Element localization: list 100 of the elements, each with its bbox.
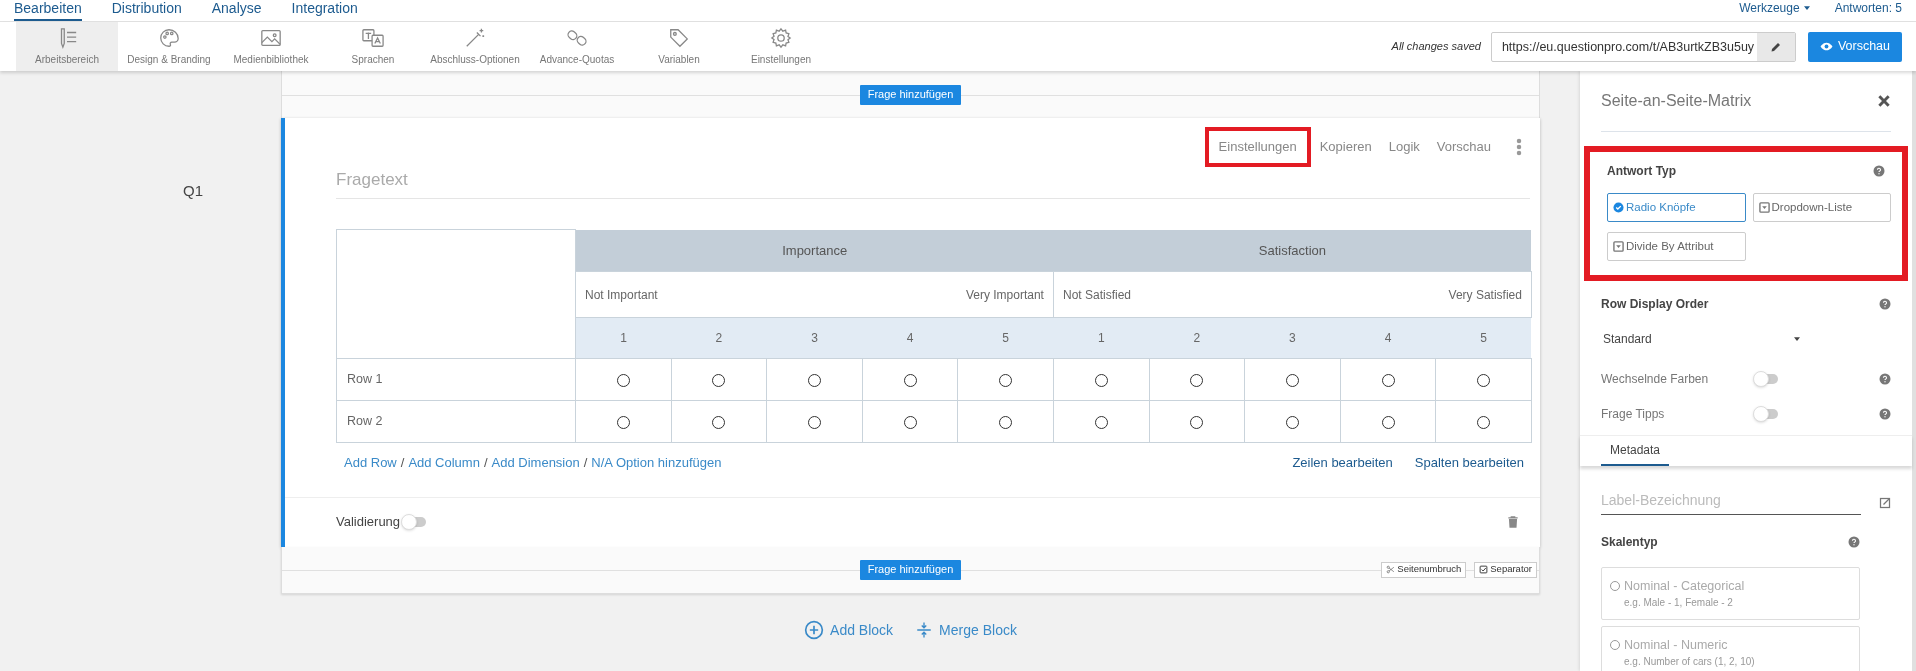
- close-icon[interactable]: [1877, 94, 1891, 108]
- page-break-button[interactable]: Seitenumbruch: [1381, 561, 1467, 578]
- radio-button[interactable]: [999, 415, 1013, 429]
- add-block-button[interactable]: Add Block: [804, 619, 894, 641]
- nav-tab[interactable]: Integration: [291, 0, 358, 21]
- nav-tab[interactable]: Analyse: [211, 0, 262, 21]
- scale-number: 5: [1435, 317, 1532, 359]
- question-action-link[interactable]: Vorschau: [1436, 131, 1491, 163]
- scale-number: 1: [575, 317, 672, 359]
- help-icon[interactable]: [1879, 373, 1891, 385]
- add-link[interactable]: N/A Option hinzufügen: [591, 453, 722, 473]
- trash-icon[interactable]: [1506, 514, 1520, 530]
- radio-button[interactable]: [1285, 415, 1299, 429]
- dimension-header: Importance: [575, 229, 1054, 272]
- separator-button[interactable]: Separator: [1474, 561, 1537, 578]
- radio-button[interactable]: [808, 415, 821, 429]
- toolbar-button[interactable]: Abschluss-Optionen: [424, 22, 526, 71]
- validation-label: Validierung: [336, 513, 401, 532]
- radio-button[interactable]: [1285, 373, 1299, 387]
- radio-button[interactable]: [712, 373, 726, 387]
- merge-block-button[interactable]: Merge Block: [915, 619, 1017, 641]
- add-link[interactable]: Add Row: [344, 453, 397, 473]
- radio-button[interactable]: [1190, 415, 1204, 429]
- help-icon[interactable]: [1873, 165, 1885, 177]
- toggle-switch[interactable]: [1756, 409, 1778, 419]
- caret-icon: [1802, 4, 1811, 12]
- toggle-switch[interactable]: [1756, 374, 1778, 384]
- translate-icon: [361, 26, 385, 49]
- survey-url-field[interactable]: https://eu.questionpro.com/t/AB3urtkZB3u5uy: [1490, 31, 1796, 62]
- question-action-link[interactable]: Logik: [1388, 131, 1420, 163]
- nav-tab[interactable]: Distribution: [111, 0, 182, 21]
- preview-button[interactable]: Vorschau: [1807, 31, 1902, 62]
- toolbar-button[interactable]: Arbeitsbereich: [16, 22, 118, 71]
- scissors-icon: [1386, 565, 1396, 574]
- merge-icon: [915, 620, 934, 640]
- toggle-switch[interactable]: [404, 517, 427, 527]
- radio-button[interactable]: [712, 415, 726, 429]
- help-icon[interactable]: [1848, 536, 1860, 548]
- caret-icon: [1793, 335, 1801, 343]
- radio-button[interactable]: [1094, 415, 1108, 429]
- add-question-button[interactable]: Frage hinzufügen: [859, 559, 962, 580]
- help-icon[interactable]: [1879, 408, 1891, 420]
- dropdown-box-icon: [1758, 202, 1770, 213]
- answer-type-option[interactable]: Radio Knöpfe: [1607, 193, 1746, 222]
- panel-tab[interactable]: Metadata: [1601, 436, 1670, 466]
- question-action-link[interactable]: Kopieren: [1319, 131, 1372, 163]
- radio-button[interactable]: [1190, 373, 1204, 387]
- radio-button[interactable]: [616, 373, 630, 387]
- toolbar-button[interactable]: Einstellungen: [730, 22, 832, 71]
- scale-number: 3: [1244, 317, 1341, 359]
- save-status: All changes saved: [1391, 39, 1481, 55]
- external-edit-icon[interactable]: [1879, 496, 1891, 509]
- question-number: Q1: [183, 182, 203, 199]
- help-icon[interactable]: [1879, 298, 1891, 310]
- scale-number: 4: [1340, 317, 1436, 359]
- radio-button[interactable]: [1381, 373, 1395, 387]
- scale-number: 5: [957, 317, 1054, 359]
- edit-link[interactable]: Zeilen bearbeiten: [1292, 453, 1393, 473]
- link-separator: /: [583, 454, 588, 472]
- tools-menu[interactable]: Werkzeuge: [1739, 0, 1811, 17]
- toolbar-button[interactable]: Medienbibliothek: [220, 22, 322, 71]
- radio-button[interactable]: [1094, 373, 1108, 387]
- section-label: Row Display Order: [1601, 296, 1709, 313]
- add-link[interactable]: Add Dimension: [491, 453, 580, 473]
- toolbar-button[interactable]: Sprachen: [322, 22, 424, 71]
- radio-button[interactable]: [1381, 415, 1395, 429]
- radio-button[interactable]: [808, 373, 821, 387]
- scale-type-option[interactable]: Nominal - Numeric e.g. Number of cars (1, 2, 10): [1601, 626, 1860, 671]
- responses-link[interactable]: Antworten: 5: [1834, 0, 1902, 17]
- radio-button[interactable]: [616, 415, 630, 429]
- add-question-button[interactable]: Frage hinzufügen: [859, 84, 962, 105]
- radio-button[interactable]: [999, 373, 1013, 387]
- settings-icon: [769, 26, 793, 49]
- dimension-header: Satisfaction: [1053, 229, 1532, 272]
- scale-type-option[interactable]: Nominal - Categorical e.g. Male - 1, Female - 2: [1601, 567, 1860, 620]
- scale-label: Not Important: [585, 286, 658, 304]
- pencil-icon[interactable]: [1769, 40, 1782, 53]
- row-label: Row 1: [336, 358, 576, 401]
- row-label: Row 2: [336, 400, 576, 443]
- answer-type-option[interactable]: Dropdown-Liste: [1752, 193, 1891, 222]
- radio-button[interactable]: [1477, 373, 1491, 387]
- toolbar-button[interactable]: Advance-Quotas: [526, 22, 628, 71]
- toolbar-button[interactable]: Variablen: [628, 22, 730, 71]
- edit-link[interactable]: Spalten bearbeiten: [1414, 453, 1524, 473]
- section-label: Antwort Typ: [1607, 163, 1677, 180]
- dropdown-box-icon: [1613, 241, 1624, 252]
- answer-type-option[interactable]: Divide By Attribut: [1607, 232, 1746, 261]
- scale-number: 1: [1053, 317, 1150, 359]
- toolbar-button[interactable]: Design & Branding: [118, 22, 220, 71]
- radio-button[interactable]: [1477, 415, 1491, 429]
- question-text-field[interactable]: Fragetext: [336, 166, 1530, 192]
- add-link[interactable]: Add Column: [408, 453, 480, 473]
- radio-button[interactable]: [903, 373, 917, 387]
- row-order-select[interactable]: Standard: [1601, 330, 1801, 348]
- plus-circle-icon: [804, 620, 825, 640]
- eye-icon: [1819, 40, 1833, 53]
- radio-button[interactable]: [903, 415, 917, 429]
- toggle-label: Frage Tipps: [1601, 406, 1666, 423]
- scale-label: Very Important: [965, 286, 1044, 304]
- label-field[interactable]: Label-Bezeichnung: [1601, 490, 1861, 515]
